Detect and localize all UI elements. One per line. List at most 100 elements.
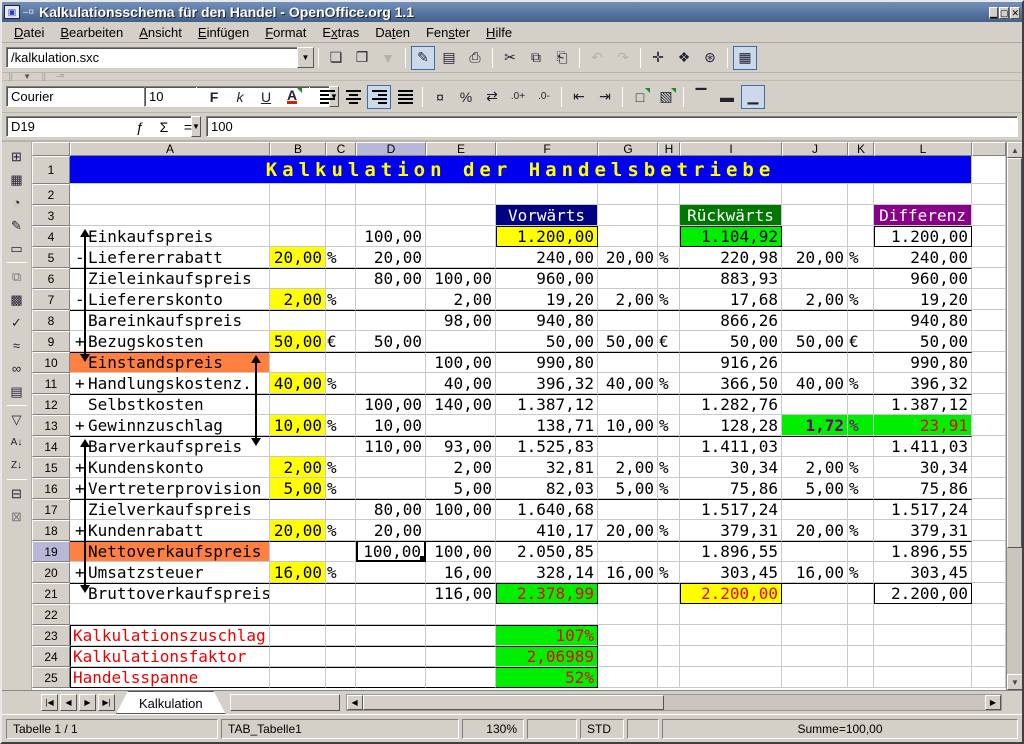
cell-K4[interactable] (848, 226, 874, 247)
cell-J25[interactable] (782, 667, 848, 688)
cell-F15[interactable]: 32,81 (496, 457, 598, 478)
cell-H6[interactable] (658, 268, 680, 289)
col-header-extra[interactable] (972, 142, 1006, 156)
find-replace-icon[interactable]: ∞ (5, 357, 29, 380)
cell-J14[interactable] (782, 436, 848, 457)
cell-I14[interactable]: 1.411,03 (680, 436, 782, 457)
document-url-input[interactable] (6, 47, 297, 68)
align-center-icon[interactable] (341, 85, 365, 109)
row-header-15[interactable]: 15 (32, 457, 70, 478)
row-header-11[interactable]: 11 (32, 373, 70, 394)
cell-K11[interactable]: % (848, 373, 874, 394)
cell-extra-23[interactable] (972, 625, 1006, 646)
cell-H23[interactable] (658, 625, 680, 646)
cell-reference-box[interactable]: ▼ (6, 116, 118, 137)
cell-G3[interactable] (598, 205, 658, 226)
cell-K19[interactable] (848, 541, 874, 562)
cell-F7[interactable]: 19,20 (496, 289, 598, 310)
cell-J4[interactable] (782, 226, 848, 247)
row-header-14[interactable]: 14 (32, 436, 70, 457)
cell-G25[interactable] (598, 667, 658, 688)
cell-D21[interactable] (356, 583, 426, 604)
cell-L8[interactable]: 940,80 (874, 310, 972, 331)
cell-H24[interactable] (658, 646, 680, 667)
cell-G23[interactable] (598, 625, 658, 646)
cell-C16[interactable]: % (326, 478, 356, 499)
cell-J2[interactable] (782, 184, 848, 205)
cell-C10[interactable] (326, 352, 356, 373)
menu-format[interactable]: Format (257, 23, 314, 42)
cell-I18[interactable]: 379,31 (680, 520, 782, 541)
row-header-4[interactable]: 4 (32, 226, 70, 247)
cell-K15[interactable]: % (848, 457, 874, 478)
cell-extra-11[interactable] (972, 373, 1006, 394)
data-sources-icon[interactable]: ▤ (5, 380, 29, 403)
cell-F6[interactable]: 960,00 (496, 268, 598, 289)
cell-L5[interactable]: 240,00 (874, 247, 972, 268)
cell-H4[interactable] (658, 226, 680, 247)
cell-A14[interactable]: Barverkaufspreis (70, 436, 270, 457)
cell-I20[interactable]: 303,45 (680, 562, 782, 583)
cell-L24[interactable] (874, 646, 972, 667)
cell-A16[interactable]: +Vertreterprovision (70, 478, 270, 499)
cell-G5[interactable]: 20,00 (598, 247, 658, 268)
cell-H19[interactable] (658, 541, 680, 562)
insert-cells-icon[interactable]: ▦ (5, 168, 29, 191)
cell-extra-5[interactable] (972, 247, 1006, 268)
cell-extra-2[interactable] (972, 184, 1006, 205)
gallery-icon[interactable]: ❖ (672, 46, 696, 70)
cell-L23[interactable] (874, 625, 972, 646)
cell-B15[interactable]: 2,00 (270, 457, 326, 478)
sort-ascending-icon[interactable]: A↓ (5, 431, 29, 454)
cell-H18[interactable]: % (658, 520, 680, 541)
cell-G15[interactable]: 2,00 (598, 457, 658, 478)
row-header-2[interactable]: 2 (32, 184, 70, 205)
cell-A7[interactable]: -Liefererskonto (70, 289, 270, 310)
cell-A5[interactable]: -Liefererrabatt (70, 247, 270, 268)
cell-K25[interactable] (848, 667, 874, 688)
cell-J5[interactable]: 20,00 (782, 247, 848, 268)
cell-L25[interactable] (874, 667, 972, 688)
cell-G19[interactable] (598, 541, 658, 562)
menu-hilfe[interactable]: Hilfe (478, 23, 520, 42)
cell-J19[interactable] (782, 541, 848, 562)
cell-B24[interactable] (270, 646, 326, 667)
cell-H13[interactable]: % (658, 415, 680, 436)
cell-L4[interactable]: 1.200,00 (874, 226, 972, 247)
cell-A12[interactable]: Selbstkosten (70, 394, 270, 415)
document-url-combo[interactable]: ▼ (6, 47, 314, 68)
col-header-F[interactable]: F (496, 142, 598, 156)
cell-E3[interactable] (426, 205, 496, 226)
previous-sheet-button[interactable]: ◀ (60, 694, 77, 711)
cell-G13[interactable]: 10,00 (598, 415, 658, 436)
cell-extra-24[interactable] (972, 646, 1006, 667)
cell-F4[interactable]: 1.200,00 (496, 226, 598, 247)
cell-G7[interactable]: 2,00 (598, 289, 658, 310)
insert-icon[interactable]: ⊞ (5, 145, 29, 168)
cell-extra-17[interactable] (972, 499, 1006, 520)
autoformat-icon[interactable]: ▩ (5, 288, 29, 311)
cell-extra-9[interactable] (972, 331, 1006, 352)
cell-I5[interactable]: 220,98 (680, 247, 782, 268)
cell-A4[interactable]: Einkaufspreis (70, 226, 270, 247)
bold-icon[interactable]: F (202, 85, 226, 109)
cell-H10[interactable] (658, 352, 680, 373)
cell-G10[interactable] (598, 352, 658, 373)
cell-I22[interactable] (680, 604, 782, 625)
menu-daten[interactable]: Daten (367, 23, 418, 42)
tab-scrollbar-splitter[interactable] (230, 694, 340, 711)
cell-L16[interactable]: 75,86 (874, 478, 972, 499)
cell-D12[interactable]: 100,00 (356, 394, 426, 415)
add-decimal-icon[interactable]: .0+ (506, 85, 530, 109)
cell-extra-25[interactable] (972, 667, 1006, 688)
cell-C3[interactable] (326, 205, 356, 226)
cell-I8[interactable]: 866,26 (680, 310, 782, 331)
number-format-standard-icon[interactable]: ⇄ (480, 85, 504, 109)
cell-H17[interactable] (658, 499, 680, 520)
cell-I23[interactable] (680, 625, 782, 646)
cell-E2[interactable] (426, 184, 496, 205)
cell-I2[interactable] (680, 184, 782, 205)
autofilter-icon[interactable]: ▽ (5, 408, 29, 431)
cell-J15[interactable]: 2,00 (782, 457, 848, 478)
cell-F22[interactable] (496, 604, 598, 625)
